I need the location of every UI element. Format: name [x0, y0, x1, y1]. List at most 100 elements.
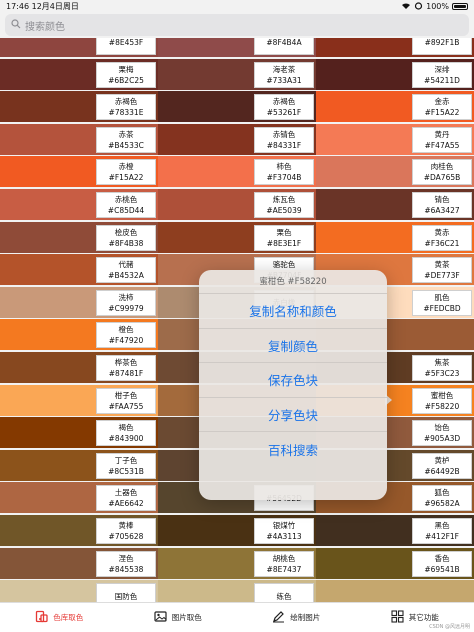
color-label-card: 锖色 #6A3427 — [412, 192, 472, 218]
color-swatch[interactable]: 赤锖色 #84331F — [158, 123, 316, 155]
color-swatch[interactable]: 柿色 #F3704B — [158, 156, 316, 188]
color-hex: #8F4B4A — [266, 38, 302, 47]
color-swatch[interactable]: 褐色 #843900 — [0, 417, 158, 449]
color-swatch[interactable]: 银煤竹 #4A3113 — [158, 515, 316, 546]
color-hex: #5F3C23 — [424, 369, 460, 378]
color-label-card: 洗柿 #C99979 — [96, 289, 156, 316]
color-label-card: 桦茶色 #87481F — [96, 355, 156, 381]
color-swatch[interactable]: 柑子色 #FAA755 — [0, 384, 158, 416]
color-name: 桦茶色 — [114, 358, 138, 367]
color-swatch[interactable]: 栗色 #8E3E1F — [158, 221, 316, 253]
tab-image-picker[interactable]: 图片取色 — [119, 603, 238, 632]
copy-color-button[interactable]: 复制颜色 — [199, 329, 387, 363]
color-label-card: 赤橙 #F15A22 — [96, 159, 156, 186]
color-swatch[interactable] — [316, 580, 474, 602]
tab-draw-image[interactable]: 绘制图片 — [237, 603, 356, 632]
color-hex: #B4532A — [108, 271, 144, 281]
search-icon — [11, 18, 21, 32]
search-field[interactable]: 搜索颜色 — [5, 14, 469, 36]
color-name: 赤锖色 — [272, 129, 296, 139]
color-hex: #DA765B — [423, 173, 461, 183]
color-swatch[interactable]: 金赤 #F15A22 — [316, 91, 474, 123]
color-name: 赤桃色 — [114, 195, 138, 204]
color-hex: #F3704B — [266, 173, 302, 183]
color-row: 赤茶 #B4533C 赤锖色 #84331F 黄丹 #F47A55 — [0, 123, 474, 155]
tab-label: 其它功能 — [408, 613, 439, 622]
color-name: 肌色 — [434, 292, 450, 302]
color-hex: #78331E — [108, 108, 144, 118]
color-hex: #8C531B — [108, 466, 144, 476]
color-name: 黄棒 — [118, 521, 134, 530]
color-swatch[interactable]: 土器色 #AE6642 — [0, 482, 158, 514]
color-label-card: 赤褐色 #53261F — [254, 94, 314, 121]
color-name: 黄赤 — [434, 227, 450, 237]
color-row: 赤桃色 #C85D44 炼瓦色 #AE5039 锖色 #6A3427 — [0, 189, 474, 220]
color-swatch[interactable]: 黑色 #412F1F — [316, 515, 474, 546]
copy-name-and-color-button[interactable]: 复制名称和颜色 — [199, 294, 387, 329]
color-swatch[interactable]: 栗梅 #6B2C25 — [0, 58, 158, 90]
battery-percent: 100% — [426, 2, 449, 11]
color-swatch[interactable]: #8E453F — [0, 38, 158, 57]
color-swatch[interactable]: 国防色 — [0, 580, 158, 602]
color-name: 骆驼色 — [272, 260, 296, 270]
color-swatch[interactable]: 炼瓦色 #AE5039 — [158, 189, 316, 220]
color-swatch[interactable]: 锖色 #6A3427 — [316, 189, 474, 220]
color-label-card: 黄丹 #F47A55 — [412, 126, 472, 153]
color-label-card: #892F1B — [412, 38, 472, 55]
color-swatch[interactable]: 涅色 #845538 — [0, 547, 158, 579]
color-hex: #705628 — [108, 532, 144, 541]
color-label-card: 饴色 #905A3D — [412, 420, 472, 447]
color-label-card: 栗梅 #6B2C25 — [96, 61, 156, 88]
color-label-card: 橙色 #F47920 — [96, 322, 156, 349]
color-swatch[interactable]: 赤褐色 #78331E — [0, 91, 158, 123]
share-swatch-button[interactable]: 分享色块 — [199, 398, 387, 432]
color-hex: #B4533C — [108, 140, 144, 150]
color-swatch[interactable]: 赤褐色 #53261F — [158, 91, 316, 123]
color-swatch[interactable]: 桧皮色 #8F4B38 — [0, 221, 158, 253]
tab-color-library[interactable]: 色库取色 — [0, 603, 119, 632]
color-swatch[interactable]: 胡桃色 #8E7437 — [158, 547, 316, 579]
color-name: 蜜柑色 — [430, 390, 454, 400]
color-swatch[interactable]: #892F1B — [316, 38, 474, 57]
encyclopedia-search-button[interactable]: 百科搜索 — [199, 432, 387, 467]
color-hex: #84331F — [266, 140, 302, 150]
color-name: 褐色 — [118, 423, 134, 433]
color-swatch[interactable]: 黄丹 #F47A55 — [316, 123, 474, 155]
color-swatch[interactable]: #8F4B4A — [158, 38, 316, 57]
color-swatch[interactable]: 丁子色 #8C531B — [0, 449, 158, 481]
watermark: CSDN @风远月明 — [429, 624, 470, 630]
color-swatch[interactable]: 赤茶 #B4533C — [0, 123, 158, 155]
color-swatch[interactable]: 练色 — [158, 580, 316, 602]
color-swatch[interactable]: 洗柿 #C99979 — [0, 286, 158, 318]
color-swatch[interactable]: 赤橙 #F15A22 — [0, 156, 158, 188]
color-name: 深绯 — [434, 64, 450, 74]
color-swatch[interactable]: 黄棒 #705628 — [0, 515, 158, 546]
color-label-card: 丁子色 #8C531B — [96, 452, 156, 479]
color-swatch[interactable]: 桦茶色 #87481F — [0, 352, 158, 383]
color-swatch[interactable]: 香色 #69541B — [316, 547, 474, 579]
color-name: 黄栌 — [434, 455, 450, 465]
color-swatch[interactable]: 黄赤 #F36C21 — [316, 221, 474, 253]
color-hex: #4A3113 — [266, 532, 302, 541]
color-label-card: 金赤 #F15A22 — [412, 94, 472, 121]
brush-icon — [272, 610, 285, 625]
palette-icon — [35, 610, 48, 625]
color-swatch[interactable]: 深绯 #54211D — [316, 58, 474, 90]
color-hex: #69541B — [424, 564, 460, 574]
color-hex: #F47920 — [108, 336, 144, 346]
color-name: 锖色 — [434, 195, 450, 204]
color-swatch[interactable]: 橙色 #F47920 — [0, 319, 158, 351]
signal-icon — [414, 1, 423, 12]
color-label-card: 黄赤 #F36C21 — [412, 224, 472, 251]
color-label-card: 练色 — [254, 583, 314, 602]
color-label-card: 黄棒 #705628 — [96, 518, 156, 544]
color-swatch[interactable]: 代赭 #B4532A — [0, 254, 158, 286]
color-label-card: 柿色 #F3704B — [254, 159, 314, 186]
color-label-card: 赤锖色 #84331F — [254, 126, 314, 153]
signal-icon — [401, 2, 411, 12]
save-swatch-button[interactable]: 保存色块 — [199, 363, 387, 398]
color-swatch[interactable]: 海老茶 #733A31 — [158, 58, 316, 90]
color-swatch[interactable]: 肉桂色 #DA765B — [316, 156, 474, 188]
color-hex: #6B2C25 — [108, 75, 144, 85]
color-swatch[interactable]: 赤桃色 #C85D44 — [0, 189, 158, 220]
